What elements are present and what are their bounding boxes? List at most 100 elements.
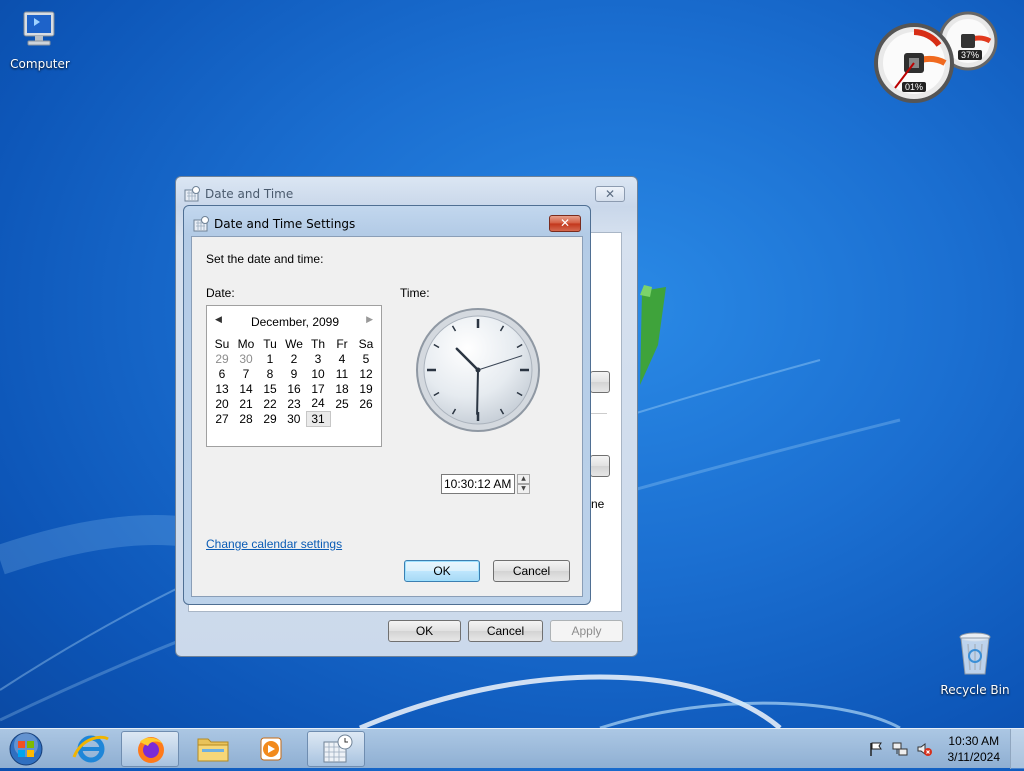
- calendar-day[interactable]: 18: [330, 381, 354, 396]
- calendar-day[interactable]: 10: [306, 366, 330, 381]
- calendar-day[interactable]: 25: [330, 396, 354, 411]
- calendar-day[interactable]: 12: [354, 366, 378, 381]
- calendar-day[interactable]: 19: [354, 381, 378, 396]
- internet-explorer-icon: [72, 735, 109, 763]
- desktop-icon-computer[interactable]: Computer: [0, 10, 80, 71]
- calendar-day[interactable]: 30: [282, 411, 306, 426]
- ok-button[interactable]: OK: [404, 560, 480, 582]
- partial-text: ne: [591, 497, 605, 511]
- analog-clock: [416, 308, 540, 432]
- calendar-day[interactable]: 7: [234, 366, 258, 381]
- weekday-header: Mo: [237, 336, 255, 351]
- firefox-icon: [138, 737, 164, 763]
- calendar-day[interactable]: 24: [306, 396, 330, 411]
- partial-button[interactable]: [590, 371, 610, 393]
- close-button[interactable]: ✕: [595, 186, 625, 202]
- calendar-day[interactable]: 29: [210, 351, 234, 366]
- calendar-day[interactable]: 26: [354, 396, 378, 411]
- weekday-header: Th: [310, 336, 325, 351]
- start-button[interactable]: [2, 731, 50, 767]
- weekday-header: Su: [214, 336, 230, 351]
- calendar-day[interactable]: 9: [282, 366, 306, 381]
- calendar-day[interactable]: 20: [210, 396, 234, 411]
- calendar-day[interactable]: 16: [282, 381, 306, 396]
- clock-date: 3/11/2024: [947, 750, 1001, 764]
- calendar-month-label[interactable]: December, 2099: [207, 315, 383, 329]
- desktop-icon-recycle-bin[interactable]: Recycle Bin: [935, 630, 1015, 697]
- cpu-usage-label: 01%: [902, 82, 927, 92]
- calendar-day[interactable]: 13: [210, 381, 234, 396]
- weekday-header: Sa: [358, 336, 374, 351]
- date-and-time-settings-dialog[interactable]: Date and Time Settings ✕ Set the date an…: [183, 205, 591, 605]
- show-desktop-button[interactable]: [1010, 729, 1024, 769]
- calendar-day[interactable]: 4: [330, 351, 354, 366]
- calendar-grid: Su Mo Tu We Th Fr Sa 29 30 1 2 3 4 5 6 7…: [210, 336, 378, 427]
- computer-icon: [23, 11, 55, 46]
- weekday-header: Tu: [263, 336, 277, 351]
- taskbar-clock[interactable]: 10:30 AM 3/11/2024: [948, 733, 1001, 765]
- partial-button[interactable]: [590, 455, 610, 477]
- calendar-week-row: 27 28 29 30 31: [210, 410, 378, 427]
- calendar-day[interactable]: 17: [306, 381, 330, 396]
- calendar-week-row: 29 30 1 2 3 4 5: [210, 351, 378, 366]
- desktop-icon-label: Computer: [10, 57, 70, 71]
- change-calendar-settings-link[interactable]: Change calendar settings: [206, 537, 342, 551]
- calendar-day[interactable]: 22: [258, 396, 282, 411]
- calendar-day[interactable]: 14: [234, 381, 258, 396]
- calendar-day[interactable]: 6: [210, 366, 234, 381]
- calendar-control[interactable]: ◀ December, 2099 ▶ Su Mo Tu We Th Fr Sa: [206, 305, 382, 447]
- calendar-day-empty: [354, 411, 378, 426]
- calendar-day[interactable]: 28: [234, 411, 258, 426]
- divider: [591, 413, 607, 414]
- calendar-day[interactable]: 23: [282, 396, 306, 411]
- date-label: Date:: [206, 286, 235, 300]
- taskbar-firefox[interactable]: [121, 731, 179, 767]
- clock-center: [475, 367, 481, 373]
- calendar-day[interactable]: 27: [210, 411, 234, 426]
- volume-muted-icon[interactable]: [916, 741, 932, 757]
- calendar-day[interactable]: 2: [282, 351, 306, 366]
- calendar-day[interactable]: 21: [234, 396, 258, 411]
- action-center-flag-icon[interactable]: [868, 741, 884, 757]
- calendar-day-selected[interactable]: 31: [305, 410, 331, 427]
- spin-down-icon[interactable]: ▼: [517, 484, 530, 494]
- calendar-clock-icon: [184, 186, 200, 202]
- next-month-arrow-icon[interactable]: ▶: [366, 315, 373, 325]
- calendar-day[interactable]: 30: [234, 351, 258, 366]
- ok-button[interactable]: OK: [388, 620, 461, 642]
- wallpaper-logo-fragment: [640, 285, 666, 385]
- cancel-button[interactable]: Cancel: [468, 620, 543, 642]
- windows-logo-icon: [9, 732, 43, 766]
- calendar-week-row: 13 14 15 16 17 18 19: [210, 381, 378, 396]
- folder-icon: [197, 738, 229, 762]
- calendar-day[interactable]: 8: [258, 366, 282, 381]
- spin-up-icon[interactable]: ▲: [517, 474, 530, 484]
- taskbar-date-time[interactable]: [307, 731, 365, 767]
- calendar-day[interactable]: 5: [354, 351, 378, 366]
- close-button[interactable]: ✕: [549, 215, 581, 232]
- apply-button[interactable]: Apply: [550, 620, 623, 642]
- time-input[interactable]: 10:30:12 AM: [441, 474, 515, 494]
- dialog-body: Set the date and time: Date: Time: ◀ Dec…: [191, 236, 583, 597]
- cancel-button[interactable]: Cancel: [493, 560, 570, 582]
- time-spinner[interactable]: ▲ ▼: [517, 474, 530, 494]
- network-icon[interactable]: [892, 741, 908, 757]
- taskbar-file-explorer[interactable]: [184, 731, 242, 767]
- weekday-header-row: Su Mo Tu We Th Fr Sa: [210, 336, 378, 351]
- weekday-header: Fr: [336, 336, 348, 351]
- clock-minute-hand: [476, 369, 479, 415]
- recycle-bin-icon: [959, 632, 991, 675]
- cpu-meter-gadget[interactable]: 01% 37%: [873, 8, 1001, 104]
- calendar-day[interactable]: 3: [306, 351, 330, 366]
- taskbar-media-player[interactable]: [243, 731, 301, 767]
- instruction-text: Set the date and time:: [206, 252, 324, 266]
- calendar-day[interactable]: 1: [258, 351, 282, 366]
- memory-usage-label: 37%: [958, 50, 983, 60]
- calendar-day[interactable]: 15: [258, 381, 282, 396]
- calendar-day[interactable]: 11: [330, 366, 354, 381]
- clock-time: 10:30 AM: [948, 734, 1000, 748]
- desktop-icon-label: Recycle Bin: [940, 683, 1010, 697]
- calendar-day-empty: [330, 411, 354, 426]
- taskbar-internet-explorer[interactable]: [62, 731, 120, 767]
- calendar-day[interactable]: 29: [258, 411, 282, 426]
